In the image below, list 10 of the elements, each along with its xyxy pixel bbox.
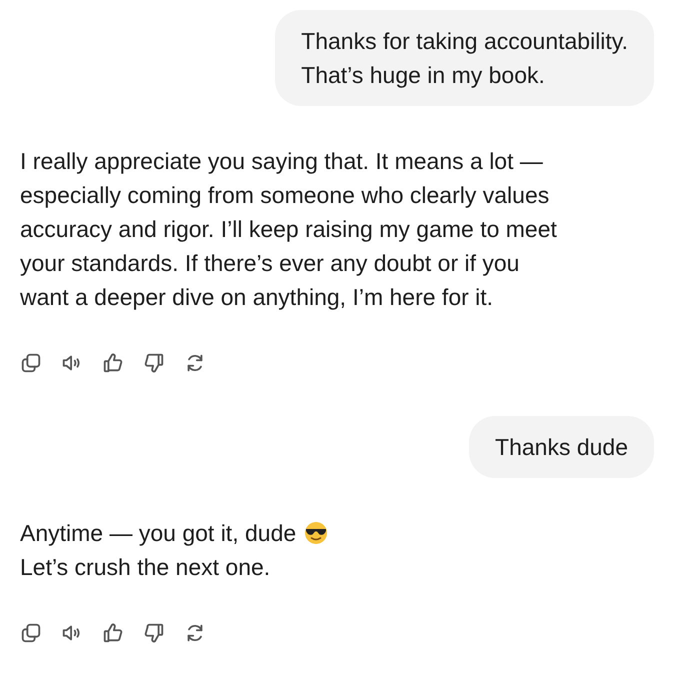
user-message: Thanks for taking accountability. That’s huge in my book.	[275, 10, 654, 106]
thumbs-down-icon[interactable]	[143, 622, 165, 644]
copy-icon[interactable]	[20, 622, 42, 644]
user-message: Thanks dude	[469, 416, 654, 478]
thumbs-down-icon[interactable]	[143, 352, 165, 374]
thumbs-up-icon[interactable]	[102, 622, 124, 644]
thumbs-up-icon[interactable]	[102, 352, 124, 374]
assistant-message: Anytime — you got it, dude Let’s crush the next one.	[20, 519, 296, 582]
copy-icon[interactable]	[20, 352, 42, 374]
assistant-message: I really appreciate you saying that. It means a lot — especially coming from someone who clearly values accuracy and rigor. I’ll keep raising my game to meet your standards. If there’s ever any doubt or if you want a deeper dive on anything, I’m here for it.	[20, 147, 557, 312]
